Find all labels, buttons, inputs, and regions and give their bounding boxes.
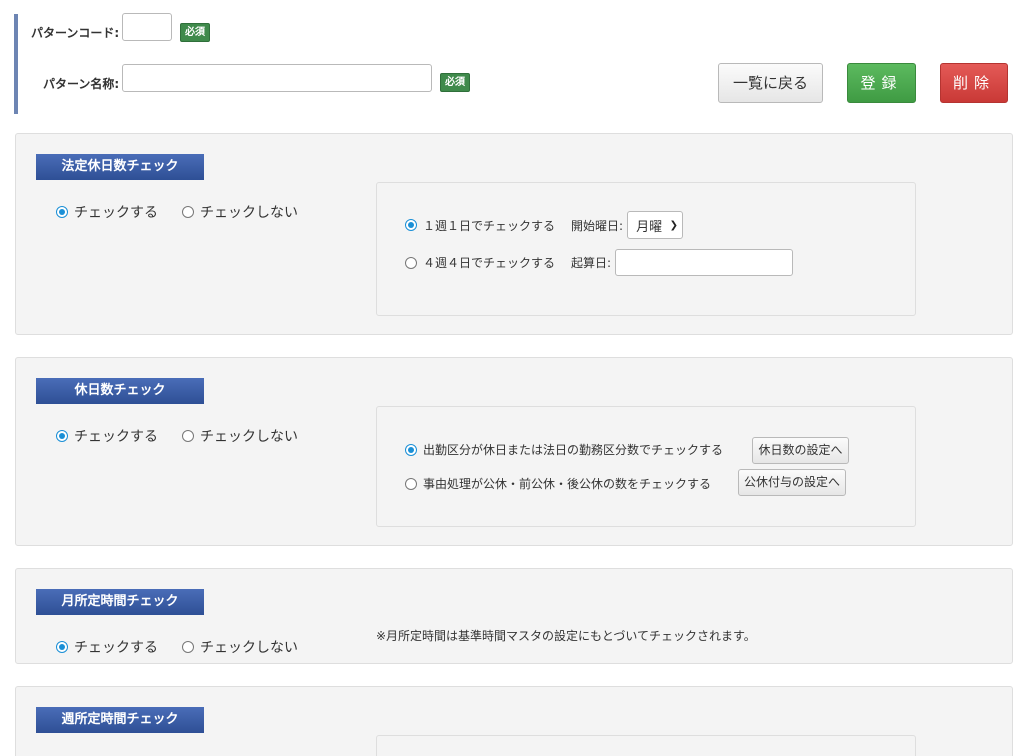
reason-option-label[interactable]: 事由処理が公休・前公休・後公休の数をチェックする xyxy=(423,475,711,492)
weekly-option-radio[interactable] xyxy=(405,219,417,231)
reason-option-radio[interactable] xyxy=(405,477,417,490)
four-week-option-label[interactable]: ４週４日でチェックする xyxy=(423,254,555,271)
pattern-code-label: パターンコード: xyxy=(31,26,120,40)
legal-holiday-check-on-label[interactable]: チェックする xyxy=(74,202,158,222)
legal-holiday-check-off-radio[interactable] xyxy=(182,206,194,218)
reason-option-row: 事由処理が公休・前公休・後公休の数をチェックする xyxy=(405,475,711,492)
legal-holiday-options-panel: １週１日でチェックする 開始曜日: 月曜 ❯ ４週４日でチェックする 起算日: xyxy=(376,182,916,316)
legal-holiday-check-on-radio[interactable] xyxy=(56,206,68,218)
monthly-hours-check-off-radio[interactable] xyxy=(182,641,194,653)
weekly-hours-title: 週所定時間チェック xyxy=(36,707,204,733)
four-week-option-radio[interactable] xyxy=(405,256,417,269)
calc-date-input[interactable] xyxy=(615,249,794,276)
holiday-count-options-panel: 出勤区分が休日または法日の勤務区分数でチェックする 休日数の設定へ 事由処理が公… xyxy=(376,406,916,527)
monthly-hours-check-on-label[interactable]: チェックする xyxy=(74,637,158,657)
weekly-option-row: １週１日でチェックする 開始曜日: 月曜 ❯ xyxy=(405,211,684,239)
holiday-count-check-on-label[interactable]: チェックする xyxy=(74,426,158,446)
calc-date-label: 起算日: xyxy=(571,256,612,270)
start-day-value: 月曜 xyxy=(636,219,663,235)
legal-holiday-title: 法定休日数チェック xyxy=(36,154,204,180)
holiday-count-check-off-label[interactable]: チェックしない xyxy=(200,426,298,446)
holiday-count-check-off-radio[interactable] xyxy=(182,430,194,442)
pattern-code-required-badge: 必須 xyxy=(180,23,210,42)
holiday-count-check-toggle: チェックする チェックしない xyxy=(56,426,298,446)
monthly-hours-title: 月所定時間チェック xyxy=(36,589,204,615)
pattern-name-required-badge: 必須 xyxy=(440,73,470,92)
monthly-hours-check-on-radio[interactable] xyxy=(56,641,68,653)
holiday-count-check-on-radio[interactable] xyxy=(56,430,68,442)
pattern-name-label: パターン名称: xyxy=(43,77,120,91)
monthly-hours-note: ※月所定時間は基準時間マスタの設定にもとづいてチェックされます。 xyxy=(376,629,756,643)
attendance-option-row: 出勤区分が休日または法日の勤務区分数でチェックする xyxy=(405,441,723,458)
holiday-count-title: 休日数チェック xyxy=(36,378,204,404)
start-day-label: 開始曜日: xyxy=(571,218,624,233)
legal-holiday-check-toggle: チェックする チェックしない xyxy=(56,202,298,222)
holiday-count-section: 休日数チェック チェックする チェックしない 出勤区分が休日または法日の勤務区分… xyxy=(15,357,1013,546)
delete-button[interactable]: 削除 xyxy=(940,63,1008,103)
start-day-select[interactable]: 月曜 ❯ xyxy=(627,211,684,239)
monthly-hours-section: 月所定時間チェック チェックする チェックしない ※月所定時間は基準時間マスタの… xyxy=(15,568,1013,664)
weekly-hours-options-panel xyxy=(376,735,916,756)
legal-holiday-check-off-label[interactable]: チェックしない xyxy=(200,202,298,222)
chevron-down-icon: ❯ xyxy=(669,219,679,231)
monthly-hours-check-off-label[interactable]: チェックしない xyxy=(200,637,298,657)
four-week-option-row: ４週４日でチェックする 起算日: xyxy=(405,249,794,276)
pattern-code-input[interactable] xyxy=(122,13,172,41)
register-button[interactable]: 登録 xyxy=(847,63,916,103)
weekly-hours-section: 週所定時間チェック xyxy=(15,686,1013,756)
attendance-option-label[interactable]: 出勤区分が休日または法日の勤務区分数でチェックする xyxy=(423,441,723,458)
public-holiday-settings-button[interactable]: 公休付与の設定へ xyxy=(738,469,846,496)
back-to-list-button[interactable]: 一覧に戻る xyxy=(718,63,823,103)
legal-holiday-section: 法定休日数チェック チェックする チェックしない １週１日でチェックする 開始曜… xyxy=(15,133,1013,335)
holiday-settings-button[interactable]: 休日数の設定へ xyxy=(752,437,849,464)
weekly-option-label[interactable]: １週１日でチェックする xyxy=(423,217,555,234)
monthly-hours-check-toggle: チェックする チェックしない xyxy=(56,637,298,657)
attendance-option-radio[interactable] xyxy=(405,443,417,456)
header-accent-bar xyxy=(14,14,18,114)
pattern-name-input[interactable] xyxy=(122,64,432,92)
